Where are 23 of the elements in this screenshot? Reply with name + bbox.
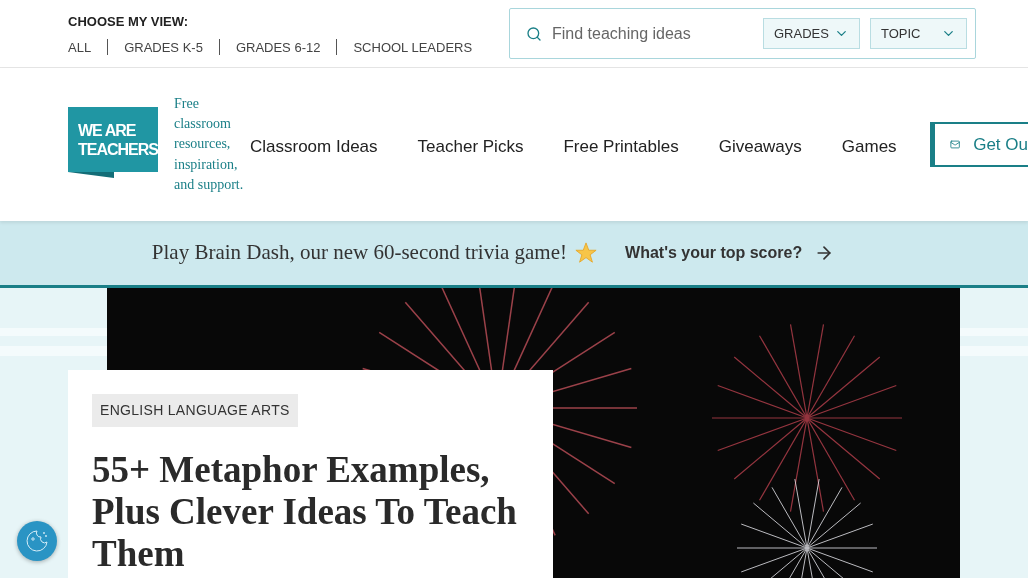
view-link[interactable]: GRADES K-5 — [124, 37, 203, 57]
view-label: CHOOSE MY VIEW: — [68, 13, 190, 31]
nav-link[interactable]: Games — [841, 133, 897, 160]
view-link[interactable]: SCHOOL LEADERS — [353, 37, 473, 57]
category-tag[interactable]: ENGLISH LANGUAGE ARTS — [92, 394, 298, 427]
article-title: 55+ Metaphor Examples, Plus Clever Ideas To Teach Them — [92, 449, 518, 575]
nav-link[interactable]: Teacher Picks — [417, 133, 524, 160]
star-icon — [575, 242, 598, 264]
nav-link[interactable]: Free Printables — [563, 133, 679, 160]
search-field[interactable]: Find teaching ideas — [552, 21, 753, 46]
promo-text: Play Brain Dash, our new 60-second trivia game! — [151, 239, 568, 267]
tagline: Free classroom resources, inspiration, and support. — [174, 94, 244, 194]
view-link[interactable]: ALL — [68, 37, 92, 57]
search-icon — [526, 25, 542, 42]
cookie-icon — [24, 528, 50, 554]
nav-link[interactable]: Classroom Ideas — [250, 133, 378, 160]
nav-link[interactable]: Giveaways — [718, 133, 802, 160]
filter-dropdown[interactable]: TOPIC — [870, 18, 967, 49]
filter-dropdown[interactable]: GRADES — [763, 18, 860, 49]
newsletter-button[interactable]: Get Ou — [930, 122, 1028, 167]
mail-icon — [950, 137, 961, 152]
promo-link[interactable]: What's your top score? — [625, 241, 837, 265]
view-link[interactable]: GRADES 6-12 — [235, 37, 321, 57]
